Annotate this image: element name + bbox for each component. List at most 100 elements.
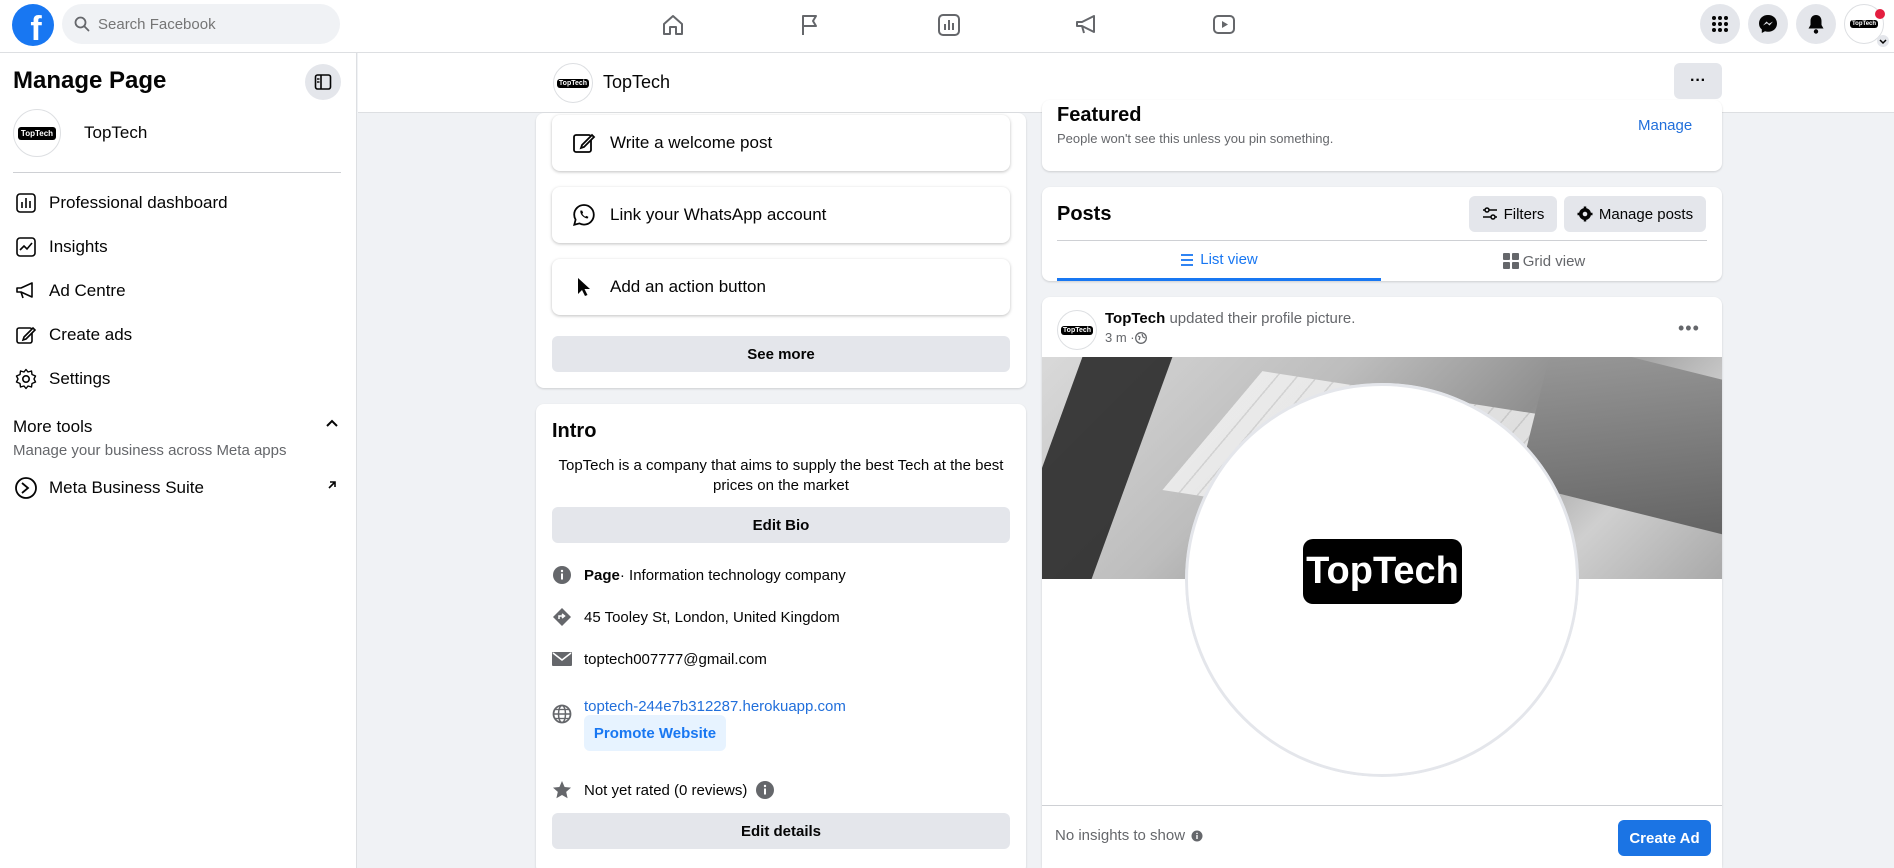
collapse-sidebar-button[interactable] <box>305 64 341 100</box>
toptech-logo: TopTech <box>17 126 57 140</box>
post-time[interactable]: 3 m · <box>1105 330 1135 345</box>
pencil-icon <box>13 322 39 348</box>
email-icon <box>552 649 572 669</box>
flag-icon[interactable] <box>795 10 825 40</box>
no-insights-label: No insights to show <box>1055 827 1186 844</box>
post-options-icon[interactable]: ••• <box>1678 318 1700 339</box>
messenger-icon[interactable] <box>1748 4 1788 44</box>
category-row: Page · Information technology company <box>552 565 846 585</box>
external-link-icon <box>328 481 336 489</box>
bell-icon[interactable] <box>1796 4 1836 44</box>
post-image-area <box>1042 579 1722 805</box>
tab-grid-view[interactable]: Grid view <box>1381 241 1707 281</box>
globe-icon <box>1134 331 1147 344</box>
gear-icon <box>13 366 39 392</box>
search-icon <box>74 16 90 32</box>
sidebar-item-professional-dashboard[interactable]: Professional dashboard <box>13 188 228 218</box>
manage-page-sidebar: Manage Page TopTech TopTech Professional… <box>0 53 357 868</box>
sidebar-item-insights[interactable]: Insights <box>13 232 108 262</box>
search-box[interactable] <box>62 4 340 44</box>
category-name: · Information technology company <box>619 566 846 584</box>
toptech-logo: TopTech <box>1060 325 1094 335</box>
edit-icon <box>573 133 596 153</box>
email-row: toptech007777@gmail.com <box>552 649 767 669</box>
home-icon[interactable] <box>658 10 688 40</box>
action-label: Add an action button <box>610 277 766 296</box>
menu-grid-icon[interactable] <box>1700 4 1740 44</box>
top-navigation-bar: f TopTech <box>0 0 1894 53</box>
facebook-logo-icon[interactable]: f <box>12 4 54 48</box>
sidebar-item-label: Ad Centre <box>49 281 126 300</box>
avatar[interactable]: TopTech <box>1057 310 1097 350</box>
insights-icon <box>13 234 39 260</box>
megaphone-icon <box>13 278 39 304</box>
sidebar-item-meta-business-suite[interactable]: Meta Business Suite <box>13 473 204 503</box>
more-tools-heading[interactable]: More tools <box>13 417 92 437</box>
sidebar-title: Manage Page <box>13 67 167 94</box>
video-icon[interactable] <box>1209 10 1239 40</box>
sidebar-item-label: Meta Business Suite <box>49 478 204 497</box>
chevron-down-icon <box>1877 35 1889 47</box>
sidebar-item-ad-centre[interactable]: Ad Centre <box>13 276 126 306</box>
post-author[interactable]: TopTech <box>1105 310 1165 327</box>
info-icon <box>552 565 572 585</box>
divider <box>13 172 341 173</box>
link-whatsapp-button[interactable]: Link your WhatsApp account <box>552 187 1010 243</box>
sidebar-item-label: Insights <box>49 237 108 256</box>
filters-button[interactable]: Filters <box>1469 196 1557 232</box>
sidebar-item-settings[interactable]: Settings <box>13 364 110 394</box>
write-welcome-post-button[interactable]: Write a welcome post <box>552 115 1010 171</box>
see-more-button[interactable]: See more <box>552 336 1010 372</box>
notification-dot <box>1875 9 1885 19</box>
edit-details-button[interactable]: Edit details <box>552 813 1010 849</box>
toptech-logo: TopTech <box>1303 539 1462 604</box>
sidebar-item-label: Settings <box>49 369 111 388</box>
chart-icon[interactable] <box>934 10 964 40</box>
globe-icon <box>552 704 572 724</box>
more-options-button[interactable]: ··· <box>1674 63 1722 99</box>
manage-posts-button[interactable]: Manage posts <box>1564 196 1706 232</box>
sidebar-toggle-icon <box>314 74 332 90</box>
dashboard-icon <box>13 190 39 216</box>
posts-title: Posts <box>1057 203 1112 225</box>
address-text: 45 Tooley St, London, United Kingdom <box>584 608 840 626</box>
page-name[interactable]: TopTech <box>603 72 670 93</box>
sidebar-page-profile[interactable]: TopTech TopTech <box>13 109 147 157</box>
promote-website-button[interactable]: Promote Website <box>584 715 726 751</box>
info-icon[interactable] <box>755 780 775 800</box>
tab-list-view[interactable]: List view <box>1057 241 1381 281</box>
edit-bio-button[interactable]: Edit Bio <box>552 507 1010 543</box>
create-ad-button[interactable]: Create Ad <box>1618 820 1711 856</box>
avatar: TopTech <box>13 109 61 157</box>
dark-edge-shape <box>1042 357 1173 579</box>
manage-featured-link[interactable]: Manage <box>1638 117 1692 134</box>
sidebar-item-create-ads[interactable]: Create ads <box>13 320 132 350</box>
intro-bio: TopTech is a company that aims to supply… <box>558 457 1004 494</box>
star-icon <box>552 780 572 800</box>
add-action-button[interactable]: Add an action button <box>552 259 1010 315</box>
grid-icon <box>1502 253 1519 269</box>
avatar[interactable]: TopTech <box>553 63 593 103</box>
list-icon <box>1181 253 1194 266</box>
action-label: Link your WhatsApp account <box>610 205 827 224</box>
sidebar-page-name: TopTech <box>84 123 148 142</box>
info-icon[interactable] <box>1191 830 1203 842</box>
website-link[interactable]: toptech-244e7b312287.herokuapp.com <box>584 698 846 715</box>
sidebar-item-label: Professional dashboard <box>49 193 228 212</box>
manage-posts-label: Manage posts <box>1598 205 1694 223</box>
intro-title: Intro <box>552 420 597 442</box>
post-header-text: TopTech updated their profile picture. <box>1105 310 1355 327</box>
megaphone-icon[interactable] <box>1072 10 1102 40</box>
tab-label: Grid view <box>1522 252 1586 270</box>
search-input[interactable] <box>98 15 318 33</box>
sidebar-item-label: Create ads <box>49 325 133 344</box>
account-avatar[interactable]: TopTech <box>1844 4 1889 47</box>
cursor-icon <box>578 278 590 296</box>
email-text: toptech007777@gmail.com <box>584 650 767 668</box>
category-type: Page <box>584 566 620 584</box>
filters-label: Filters <box>1503 205 1545 223</box>
chevron-up-icon[interactable] <box>325 417 339 431</box>
post-meta: 3 m · <box>1105 330 1147 345</box>
whatsapp-icon <box>573 204 595 226</box>
action-label: Write a welcome post <box>610 133 773 152</box>
